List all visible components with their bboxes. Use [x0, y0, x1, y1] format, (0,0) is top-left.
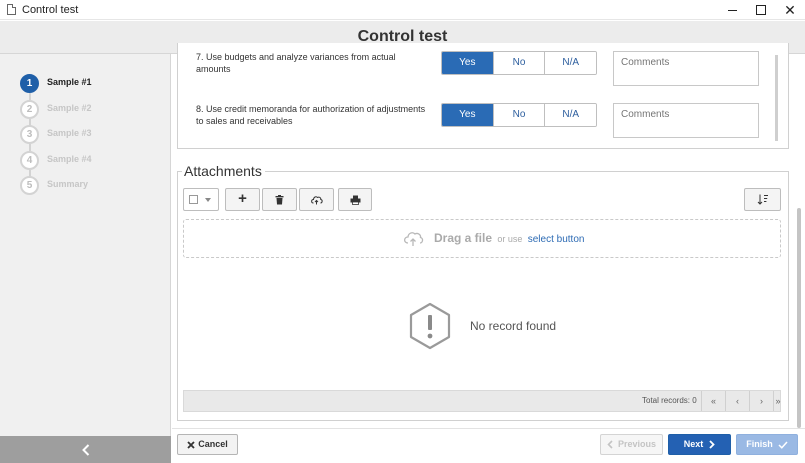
question-7-options: Yes No N/A	[441, 51, 597, 75]
add-attachment-button[interactable]: +	[225, 188, 260, 211]
caret-down-icon	[205, 198, 211, 202]
question-8-options: Yes No N/A	[441, 103, 597, 127]
step-number: 2	[20, 99, 39, 119]
cloud-upload-icon	[311, 195, 323, 205]
content-scrollbar[interactable]	[797, 208, 801, 428]
question-8-text: 8. Use credit memoranda for authorizatio…	[196, 104, 426, 126]
window-titlebar: Control test ✕	[0, 0, 805, 20]
step-label: Sample #1	[47, 77, 92, 87]
step-number: 3	[20, 125, 39, 144]
empty-state-text: No record found	[470, 319, 557, 333]
scanner-icon	[350, 195, 360, 205]
finish-button[interactable]: Finish	[736, 434, 798, 455]
dropzone-or-text: or use	[497, 234, 523, 244]
sidebar-collapse-button[interactable]	[0, 436, 171, 463]
window-title: Control test	[22, 4, 79, 16]
step-label: Summary	[47, 179, 89, 189]
select-file-link[interactable]: select button	[528, 234, 585, 245]
close-button[interactable]: ✕	[772, 0, 805, 20]
first-page-button[interactable]: «	[701, 391, 725, 411]
option-na[interactable]: N/A	[545, 104, 596, 126]
total-records: Total records: 0	[642, 396, 697, 405]
option-yes[interactable]: Yes	[442, 52, 494, 74]
step-number: 5	[20, 176, 39, 195]
previous-label: Previous	[617, 439, 657, 449]
next-page-button[interactable]: ›	[749, 391, 773, 411]
cloud-upload-button[interactable]	[299, 188, 334, 211]
step-connector	[28, 144, 31, 151]
option-na[interactable]: N/A	[545, 52, 596, 74]
step-number: 4	[20, 150, 39, 170]
sort-icon	[757, 194, 768, 205]
previous-page-button[interactable]: ‹	[725, 391, 749, 411]
sort-button[interactable]	[744, 188, 781, 211]
attachments-title: Attachments	[182, 163, 265, 179]
delete-attachment-button[interactable]	[262, 188, 297, 211]
checkmark-icon	[778, 441, 788, 449]
question-7-text: 7. Use budgets and analyze variances fro…	[196, 52, 396, 74]
next-label: Next	[683, 439, 704, 449]
cancel-button[interactable]: Cancel	[177, 434, 238, 455]
step-label: Sample #2	[47, 102, 92, 113]
step-connector	[28, 93, 31, 100]
finish-label: Finish	[746, 439, 773, 449]
wizard-sidebar: 1 Sample #1 2 Sample #2 3 Sample #3 4 Sa…	[0, 54, 171, 463]
chevron-left-icon	[607, 440, 613, 449]
option-yes[interactable]: Yes	[442, 104, 494, 126]
option-no[interactable]: No	[493, 52, 546, 74]
dropzone-main-text: Drag a file	[434, 231, 493, 245]
dropzone-text: Drag a file or use select button	[434, 231, 584, 245]
pagination-bar: Total records: 0 « ‹ › »	[183, 390, 781, 412]
scanner-button[interactable]	[338, 188, 372, 211]
last-page-button[interactable]: »	[773, 391, 782, 411]
question-8-comments[interactable]	[613, 103, 759, 138]
warning-hexagon-icon	[409, 302, 451, 350]
document-icon	[7, 4, 16, 15]
chevron-right-icon	[709, 440, 716, 449]
next-button[interactable]: Next	[668, 434, 731, 455]
question-7-comments[interactable]	[613, 51, 759, 86]
chevron-left-icon	[81, 444, 89, 456]
select-all-checkbox[interactable]	[189, 195, 198, 204]
step-label: Sample #3	[47, 128, 92, 138]
option-no[interactable]: No	[493, 104, 546, 126]
file-dropzone[interactable]: Drag a file or use select button	[183, 219, 781, 258]
step-label: Sample #4	[47, 153, 92, 164]
questions-scrollbar[interactable]	[775, 55, 778, 141]
cancel-label: Cancel	[198, 439, 228, 449]
step-number: 1	[20, 74, 39, 93]
select-all-dropdown[interactable]	[183, 188, 219, 211]
trash-icon	[275, 194, 284, 205]
close-icon	[187, 440, 195, 449]
previous-button[interactable]: Previous	[600, 434, 663, 455]
cloud-upload-icon	[403, 232, 424, 246]
